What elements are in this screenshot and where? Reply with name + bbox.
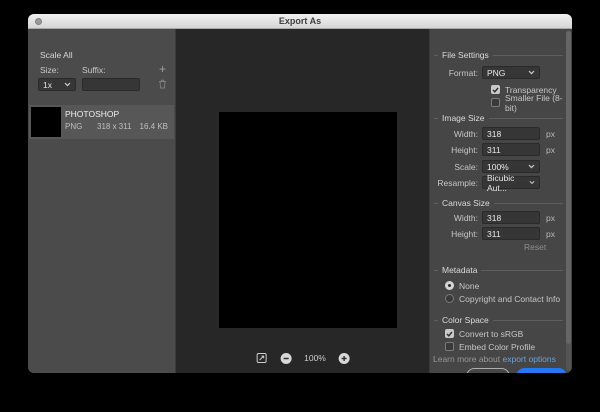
image-height-input[interactable] xyxy=(482,143,540,156)
radio-selected-icon[interactable] xyxy=(445,281,454,290)
embed-profile-label: Embed Color Profile xyxy=(459,341,536,352)
metadata-copyright-radio-row[interactable]: Copyright and Contact Info xyxy=(445,293,560,304)
checkbox-checked-icon[interactable] xyxy=(491,85,500,94)
resample-select[interactable]: Bicubic Aut... xyxy=(482,173,540,193)
resample-value: Bicubic Aut... xyxy=(487,172,515,193)
size-label: Size: xyxy=(40,65,59,75)
zoom-level: 100% xyxy=(304,353,326,363)
window-title: Export As xyxy=(278,16,322,26)
suffix-label: Suffix: xyxy=(82,65,106,75)
scrollbar-thumb[interactable] xyxy=(566,31,571,344)
chevron-down-icon xyxy=(528,70,535,75)
canvas-height-unit: px xyxy=(546,229,555,239)
scale-select[interactable]: 100% xyxy=(482,160,540,173)
chevron-down-icon xyxy=(64,82,71,87)
convert-srgb-checkbox-row[interactable]: Convert to sRGB xyxy=(445,328,523,339)
chevron-down-icon xyxy=(528,164,535,169)
format-label: Format: xyxy=(448,68,478,78)
learn-more-text: Learn more about export options xyxy=(433,354,556,364)
reset-button[interactable]: Reset xyxy=(524,242,546,252)
resample-label: Resample: xyxy=(437,178,478,188)
window-close-button[interactable] xyxy=(35,17,42,25)
canvas-height-row: Height: px xyxy=(430,227,572,241)
height-label: Height: xyxy=(451,145,478,155)
file-dimensions: 318 x 311 xyxy=(97,122,132,131)
color-space-header: Color Space xyxy=(434,315,563,325)
scale-sidebar: Scale All Size: Suffix: + 1x PHOTOSHOP P… xyxy=(28,29,176,373)
image-width-row: Width: px xyxy=(430,127,572,141)
fit-screen-icon[interactable] xyxy=(255,352,267,364)
scrollbar-track[interactable] xyxy=(566,31,571,371)
reset-row: Reset xyxy=(430,242,572,256)
trash-icon[interactable] xyxy=(158,79,167,89)
metadata-header: Metadata xyxy=(434,265,563,275)
format-row: Format: PNG xyxy=(430,66,572,80)
embed-profile-checkbox-row[interactable]: Embed Color Profile xyxy=(445,341,535,352)
suffix-input[interactable] xyxy=(82,78,140,91)
zoom-out-button[interactable] xyxy=(280,352,292,364)
metadata-none-label: None xyxy=(459,280,480,291)
canvas-height-input[interactable] xyxy=(482,227,540,240)
smaller-file-checkbox-row[interactable]: Smaller File (8-bit) xyxy=(491,93,572,113)
image-height-row: Height: px xyxy=(430,143,572,157)
scale-label: Scale: xyxy=(454,162,478,172)
image-size-header: Image Size xyxy=(434,113,563,123)
radio-unselected-icon[interactable] xyxy=(445,294,454,303)
format-select[interactable]: PNG xyxy=(482,66,540,79)
file-name: PHOTOSHOP xyxy=(65,109,120,119)
chevron-down-icon xyxy=(529,180,535,185)
smaller-file-label: Smaller File (8-bit) xyxy=(505,92,563,113)
add-scale-button[interactable]: + xyxy=(159,62,166,76)
format-value: PNG xyxy=(487,67,506,78)
file-size: 16.4 KB xyxy=(139,122,168,131)
metadata-copyright-label: Copyright and Contact Info xyxy=(459,293,561,304)
scale-all-label: Scale All xyxy=(40,50,73,60)
convert-srgb-label: Convert to sRGB xyxy=(459,328,524,339)
settings-panel: File Settings Format: PNG Transparency S… xyxy=(429,29,572,373)
width-unit: px xyxy=(546,129,555,139)
canvas-height-label: Height: xyxy=(451,229,478,239)
file-settings-header: File Settings xyxy=(434,50,563,60)
canvas-width-label: Width: xyxy=(453,213,478,223)
zoom-in-button[interactable] xyxy=(338,352,350,364)
checkbox-unchecked-icon[interactable] xyxy=(491,98,500,107)
metadata-none-radio-row[interactable]: None xyxy=(445,280,479,291)
checkbox-checked-icon[interactable] xyxy=(445,329,454,338)
canvas-width-row: Width: px xyxy=(430,211,572,225)
file-thumbnail xyxy=(31,107,61,137)
preview-canvas: 100% xyxy=(176,29,429,373)
scale-value: 100% xyxy=(487,161,509,172)
checkbox-unchecked-icon[interactable] xyxy=(445,342,454,351)
height-unit: px xyxy=(546,145,555,155)
file-format: PNG xyxy=(65,122,83,131)
cancel-button[interactable]: Cancel xyxy=(466,368,510,373)
export-as-dialog: Export As Scale All Size: Suffix: + 1x P… xyxy=(28,14,572,373)
dialog-buttons: Cancel Export All... xyxy=(430,368,567,373)
canvas-width-unit: px xyxy=(546,213,555,223)
size-select-value: 1x xyxy=(43,79,52,90)
export-file-row[interactable]: PHOTOSHOP PNG 318 x 311 16.4 KB xyxy=(29,105,174,139)
title-bar: Export As xyxy=(28,14,572,29)
width-label: Width: xyxy=(453,129,478,139)
size-select[interactable]: 1x xyxy=(38,78,76,91)
canvas-size-header: Canvas Size xyxy=(434,198,563,208)
image-width-input[interactable] xyxy=(482,127,540,140)
zoom-bar: 100% xyxy=(255,352,350,364)
preview-image xyxy=(219,112,397,328)
canvas-width-input[interactable] xyxy=(482,211,540,224)
export-options-link[interactable]: export options xyxy=(502,354,555,364)
resample-row: Resample: Bicubic Aut... xyxy=(430,173,572,193)
export-all-button[interactable]: Export All... xyxy=(516,368,567,373)
